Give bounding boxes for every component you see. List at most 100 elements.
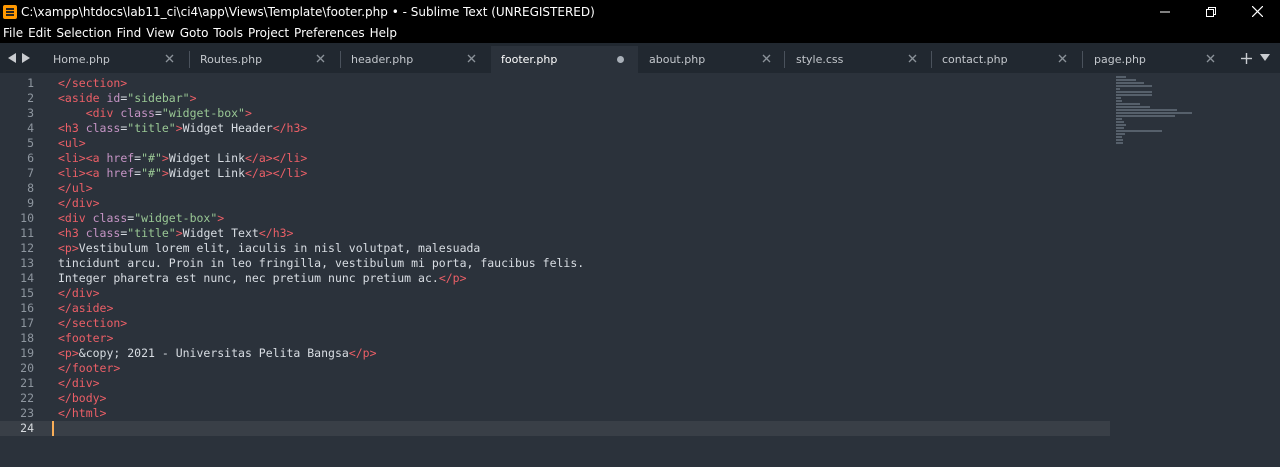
code-token-tag: > <box>161 166 169 180</box>
line-number-gutter: 1 2 3 4 5 6 7 8 9 10 11 12 13 14 15 16 17 18 19 20 21 22 23 24 <box>0 76 52 436</box>
code-line[interactable]: <h3 class="title">Widget Text</h3> <box>58 226 1110 241</box>
code-token-tag: <h3 <box>58 226 86 240</box>
menu-file[interactable]: File <box>3 26 23 40</box>
code-token-text: tincidunt arcu. Proin in leo fringilla, … <box>58 256 585 270</box>
line-number: 16 <box>20 301 34 315</box>
code-token-attr: class <box>85 226 121 240</box>
tab-label: about.php <box>649 53 706 66</box>
code-line[interactable]: <div class="widget-box"> <box>58 211 1110 226</box>
code-line[interactable]: Integer pharetra est nunc, nec pretium n… <box>58 271 1110 286</box>
menu-help[interactable]: Help <box>370 26 397 40</box>
code-line[interactable]: <div class="widget-box"> <box>58 106 1110 121</box>
tab-about-php[interactable]: about.php <box>639 46 784 73</box>
code-token-tag: <p> <box>58 346 79 360</box>
code-line[interactable]: </div> <box>58 196 1110 211</box>
code-token-tag: </p> <box>348 346 377 360</box>
triangle-right-icon[interactable] <box>22 53 30 63</box>
close-icon[interactable] <box>466 53 477 64</box>
menu-tools[interactable]: Tools <box>213 26 243 40</box>
minimap-line <box>1116 133 1125 135</box>
plus-icon[interactable] <box>1241 52 1252 64</box>
line-number: 17 <box>20 316 34 330</box>
close-icon[interactable] <box>1057 53 1068 64</box>
code-token-tag: <div <box>58 211 93 225</box>
tab-style-css[interactable]: style.css <box>786 46 930 73</box>
code-line[interactable]: </div> <box>58 286 1110 301</box>
code-token-str: "title" <box>127 226 176 240</box>
line-number: 22 <box>20 391 34 405</box>
minimap-line <box>1116 97 1121 99</box>
code-token-tag: </footer> <box>58 361 121 375</box>
code-line[interactable]: </html> <box>58 406 1110 421</box>
minimap-line <box>1116 121 1124 123</box>
code-token-tag: </div> <box>58 286 100 300</box>
code-editor[interactable]: 1 2 3 4 5 6 7 8 9 10 11 12 13 14 15 16 17 18 19 20 21 22 23 24 … <box>0 73 1280 467</box>
code-token-tag: </body> <box>58 391 107 405</box>
code-token-attr: href <box>106 151 135 165</box>
code-line[interactable]: <li><a href="#">Widget Link</a></li> <box>58 151 1110 166</box>
code-line[interactable]: </body> <box>58 391 1110 406</box>
tab-header-php[interactable]: header.php <box>341 46 489 73</box>
code-line[interactable]: </div> <box>58 376 1110 391</box>
code-line[interactable] <box>52 421 1110 436</box>
tab-routes-php[interactable]: Routes.php <box>190 46 338 73</box>
menu-edit[interactable]: Edit <box>28 26 51 40</box>
code-line[interactable]: </aside> <box>58 301 1110 316</box>
code-line[interactable]: <li><a href="#">Widget Link</a></li> <box>58 166 1110 181</box>
unsaved-dot-icon[interactable] <box>617 56 624 63</box>
tab-contact-php[interactable]: contact.php <box>932 46 1080 73</box>
minimap-line <box>1116 106 1150 108</box>
menu-find[interactable]: Find <box>117 26 142 40</box>
close-icon[interactable] <box>315 53 326 64</box>
line-number: 5 <box>27 136 34 150</box>
code-line[interactable]: </ul> <box>58 181 1110 196</box>
line-number: 2 <box>27 91 34 105</box>
close-icon[interactable] <box>164 53 175 64</box>
code-line[interactable]: </footer> <box>58 361 1110 376</box>
menu-view[interactable]: View <box>146 26 174 40</box>
code-token-tag: </section> <box>58 76 128 90</box>
close-icon[interactable] <box>907 53 918 64</box>
code-token-str: "sidebar" <box>127 91 190 105</box>
close-icon[interactable] <box>1205 53 1216 64</box>
menu-selection[interactable]: Selection <box>56 26 111 40</box>
window-title: C:\xampp\htdocs\lab11_ci\ci4\app\Views\T… <box>21 4 595 19</box>
minimap-line <box>1116 88 1120 90</box>
code-token-tag: </aside> <box>58 301 114 315</box>
code-token-tag: </a></li> <box>245 166 308 180</box>
minimap[interactable] <box>1116 76 1196 144</box>
line-number: 19 <box>20 346 34 360</box>
code-line[interactable]: <aside id="sidebar"> <box>58 91 1110 106</box>
code-line[interactable]: </section> <box>58 316 1110 331</box>
menu-preferences[interactable]: Preferences <box>294 26 365 40</box>
menu-project[interactable]: Project <box>248 26 289 40</box>
tab-footer-php[interactable]: footer.php <box>491 46 638 73</box>
chevron-down-icon[interactable] <box>1260 54 1270 62</box>
code-line[interactable]: <footer> <box>58 331 1110 346</box>
triangle-left-icon[interactable] <box>8 53 16 63</box>
code-token-attr: class <box>85 121 121 135</box>
minimize-icon <box>1160 11 1170 12</box>
code-line[interactable]: tincidunt arcu. Proin in leo fringilla, … <box>58 256 1110 271</box>
close-icon[interactable] <box>761 53 772 64</box>
tab-label: page.php <box>1094 53 1146 66</box>
minimize-button[interactable] <box>1142 0 1188 23</box>
minimap-line <box>1116 142 1123 144</box>
maximize-button[interactable] <box>1188 0 1234 23</box>
code-area[interactable]: </section> <aside id="sidebar"> <div clas… <box>52 76 1110 436</box>
code-line[interactable]: <p>&copy; 2021 - Universitas Pelita Bang… <box>58 346 1110 361</box>
code-line[interactable]: <h3 class="title">Widget Header</h3> <box>58 121 1110 136</box>
tab-separator <box>1082 51 1083 68</box>
code-token-tag: </section> <box>58 316 128 330</box>
code-token-text: Widget Link <box>168 151 245 165</box>
code-line[interactable]: <ul> <box>58 136 1110 151</box>
menu-goto[interactable]: Goto <box>180 26 209 40</box>
code-token-text: &copy; 2021 - Universitas Pelita Bangsa <box>78 346 349 360</box>
code-token-tag: <div <box>85 106 121 120</box>
code-line[interactable]: <p>Vestibulum lorem elit, iaculis in nis… <box>58 241 1110 256</box>
close-window-button[interactable] <box>1234 0 1280 23</box>
tab-label: style.css <box>796 53 844 66</box>
tab-home-php[interactable]: Home.php <box>43 46 187 73</box>
tab-page-php[interactable]: page.php <box>1084 46 1228 73</box>
code-line[interactable]: </section> <box>58 76 1110 91</box>
